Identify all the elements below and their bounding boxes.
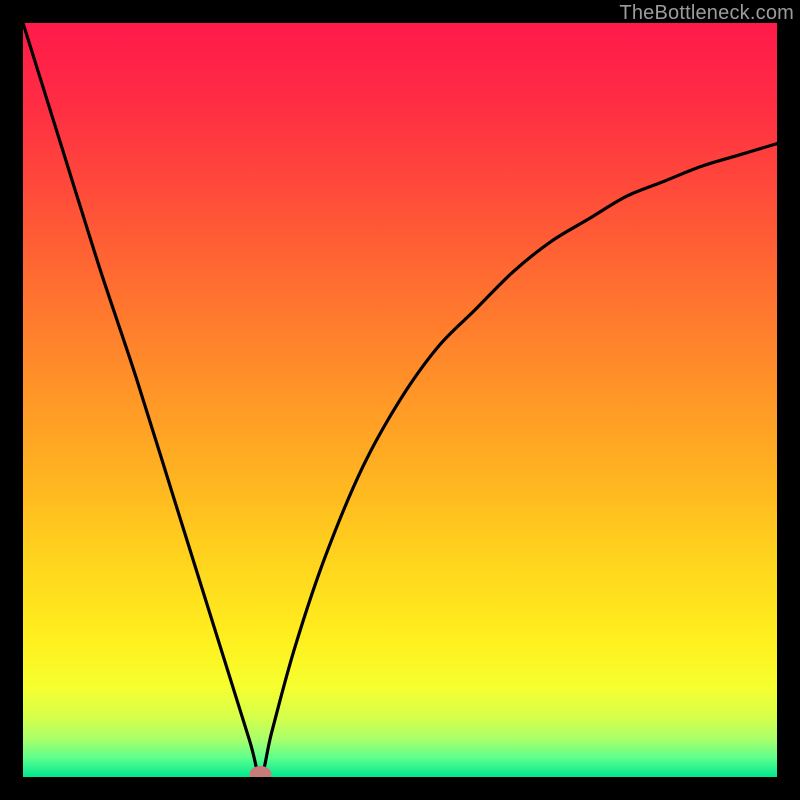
- bottleneck-chart: [23, 23, 777, 777]
- plot-area: [23, 23, 777, 777]
- attribution-label: TheBottleneck.com: [619, 2, 794, 25]
